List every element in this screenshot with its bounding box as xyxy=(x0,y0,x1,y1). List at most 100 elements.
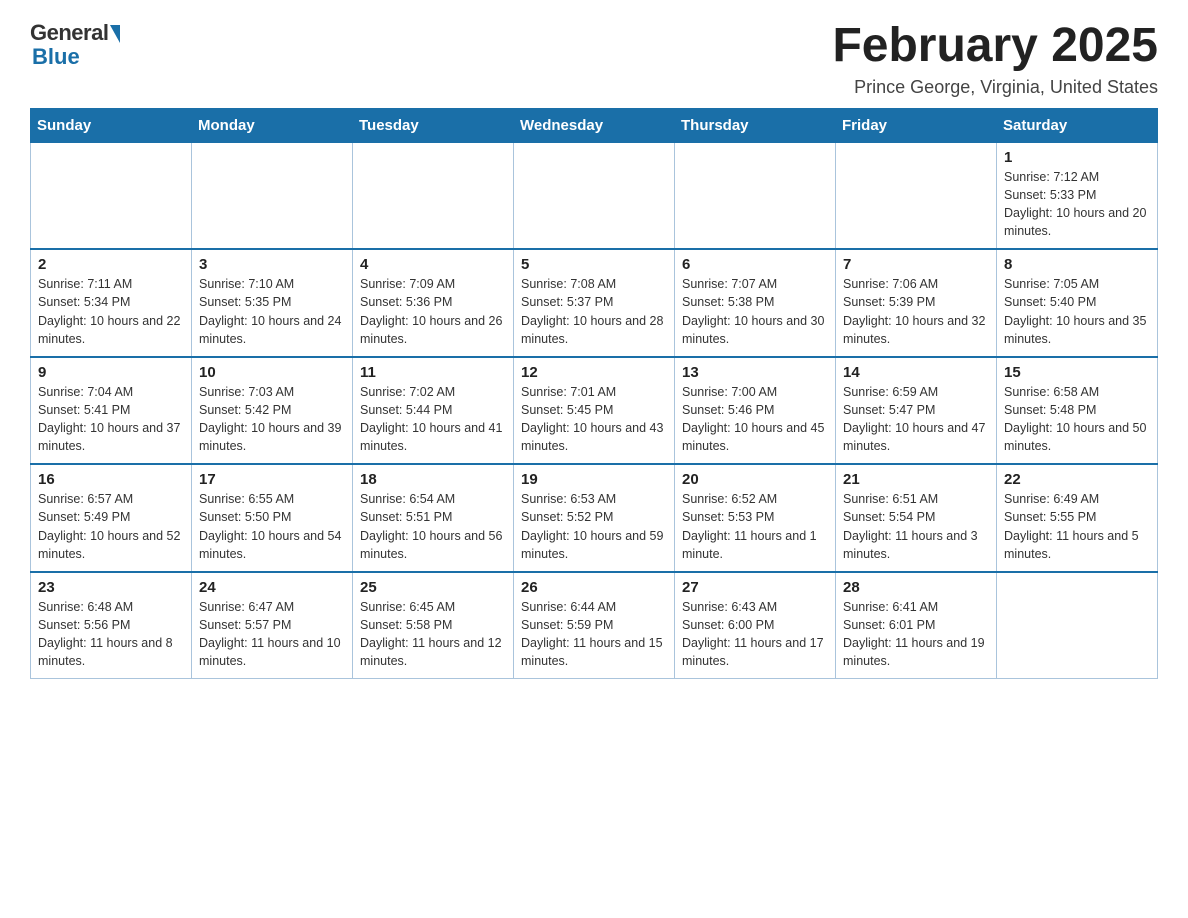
calendar-day-cell: 13 Sunrise: 7:00 AMSunset: 5:46 PMDayligh… xyxy=(675,357,836,465)
day-info: Sunrise: 7:02 AMSunset: 5:44 PMDaylight:… xyxy=(360,383,506,456)
logo-general-text: General xyxy=(30,20,108,46)
calendar-day-cell: 26 Sunrise: 6:44 AMSunset: 5:59 PMDayligh… xyxy=(514,572,675,679)
day-info: Sunrise: 6:45 AMSunset: 5:58 PMDaylight:… xyxy=(360,598,506,671)
calendar-day-cell: 15 Sunrise: 6:58 AMSunset: 5:48 PMDayligh… xyxy=(997,357,1158,465)
day-of-week-header: Saturday xyxy=(997,108,1158,142)
calendar-day-cell: 1 Sunrise: 7:12 AMSunset: 5:33 PMDaylight… xyxy=(997,142,1158,249)
day-number: 2 xyxy=(38,256,184,273)
day-of-week-header: Friday xyxy=(836,108,997,142)
day-number: 3 xyxy=(199,256,345,273)
calendar-day-cell: 25 Sunrise: 6:45 AMSunset: 5:58 PMDayligh… xyxy=(353,572,514,679)
calendar-day-cell: 11 Sunrise: 7:02 AMSunset: 5:44 PMDayligh… xyxy=(353,357,514,465)
day-number: 10 xyxy=(199,364,345,381)
day-number: 25 xyxy=(360,579,506,596)
day-number: 6 xyxy=(682,256,828,273)
day-info: Sunrise: 6:41 AMSunset: 6:01 PMDaylight:… xyxy=(843,598,989,671)
location-subtitle: Prince George, Virginia, United States xyxy=(832,77,1158,98)
calendar-week-row: 9 Sunrise: 7:04 AMSunset: 5:41 PMDaylight… xyxy=(31,357,1158,465)
day-number: 14 xyxy=(843,364,989,381)
calendar-day-cell: 27 Sunrise: 6:43 AMSunset: 6:00 PMDayligh… xyxy=(675,572,836,679)
day-info: Sunrise: 7:05 AMSunset: 5:40 PMDaylight:… xyxy=(1004,275,1150,348)
day-info: Sunrise: 6:58 AMSunset: 5:48 PMDaylight:… xyxy=(1004,383,1150,456)
day-number: 20 xyxy=(682,471,828,488)
calendar-day-cell xyxy=(192,142,353,249)
day-number: 4 xyxy=(360,256,506,273)
calendar-day-cell: 12 Sunrise: 7:01 AMSunset: 5:45 PMDayligh… xyxy=(514,357,675,465)
day-info: Sunrise: 7:01 AMSunset: 5:45 PMDaylight:… xyxy=(521,383,667,456)
calendar-day-cell: 21Sunrise: 6:51 AMSunset: 5:54 PMDayligh… xyxy=(836,464,997,572)
day-number: 11 xyxy=(360,364,506,381)
calendar-day-cell: 18 Sunrise: 6:54 AMSunset: 5:51 PMDayligh… xyxy=(353,464,514,572)
day-info: Sunrise: 6:57 AMSunset: 5:49 PMDaylight:… xyxy=(38,490,184,563)
day-number: 8 xyxy=(1004,256,1150,273)
day-number: 5 xyxy=(521,256,667,273)
day-number: 15 xyxy=(1004,364,1150,381)
day-number: 27 xyxy=(682,579,828,596)
calendar-day-cell: 20 Sunrise: 6:52 AMSunset: 5:53 PMDayligh… xyxy=(675,464,836,572)
calendar-day-cell: 10 Sunrise: 7:03 AMSunset: 5:42 PMDayligh… xyxy=(192,357,353,465)
day-info: Sunrise: 7:10 AMSunset: 5:35 PMDaylight:… xyxy=(199,275,345,348)
day-info: Sunrise: 7:08 AMSunset: 5:37 PMDaylight:… xyxy=(521,275,667,348)
day-info: Sunrise: 6:47 AMSunset: 5:57 PMDaylight:… xyxy=(199,598,345,671)
calendar-table: SundayMondayTuesdayWednesdayThursdayFrid… xyxy=(30,108,1158,680)
day-info: Sunrise: 6:53 AMSunset: 5:52 PMDaylight:… xyxy=(521,490,667,563)
calendar-day-cell: 19Sunrise: 6:53 AMSunset: 5:52 PMDayligh… xyxy=(514,464,675,572)
day-of-week-header: Wednesday xyxy=(514,108,675,142)
calendar-header-row: SundayMondayTuesdayWednesdayThursdayFrid… xyxy=(31,108,1158,142)
day-info: Sunrise: 6:52 AMSunset: 5:53 PMDaylight:… xyxy=(682,490,828,563)
day-info: Sunrise: 6:44 AMSunset: 5:59 PMDaylight:… xyxy=(521,598,667,671)
calendar-week-row: 23 Sunrise: 6:48 AMSunset: 5:56 PMDayligh… xyxy=(31,572,1158,679)
calendar-day-cell: 6 Sunrise: 7:07 AMSunset: 5:38 PMDaylight… xyxy=(675,249,836,357)
day-number: 28 xyxy=(843,579,989,596)
day-info: Sunrise: 6:43 AMSunset: 6:00 PMDaylight:… xyxy=(682,598,828,671)
day-info: Sunrise: 7:12 AMSunset: 5:33 PMDaylight:… xyxy=(1004,168,1150,241)
day-info: Sunrise: 7:07 AMSunset: 5:38 PMDaylight:… xyxy=(682,275,828,348)
month-title: February 2025 xyxy=(832,20,1158,73)
day-info: Sunrise: 7:09 AMSunset: 5:36 PMDaylight:… xyxy=(360,275,506,348)
day-info: Sunrise: 6:55 AMSunset: 5:50 PMDaylight:… xyxy=(199,490,345,563)
day-number: 26 xyxy=(521,579,667,596)
day-number: 13 xyxy=(682,364,828,381)
calendar-day-cell xyxy=(836,142,997,249)
calendar-day-cell: 4 Sunrise: 7:09 AMSunset: 5:36 PMDaylight… xyxy=(353,249,514,357)
day-info: Sunrise: 7:04 AMSunset: 5:41 PMDaylight:… xyxy=(38,383,184,456)
day-of-week-header: Tuesday xyxy=(353,108,514,142)
calendar-day-cell xyxy=(675,142,836,249)
calendar-day-cell xyxy=(31,142,192,249)
calendar-day-cell: 23 Sunrise: 6:48 AMSunset: 5:56 PMDayligh… xyxy=(31,572,192,679)
day-number: 24 xyxy=(199,579,345,596)
day-number: 16 xyxy=(38,471,184,488)
calendar-day-cell: 8 Sunrise: 7:05 AMSunset: 5:40 PMDaylight… xyxy=(997,249,1158,357)
day-info: Sunrise: 6:59 AMSunset: 5:47 PMDaylight:… xyxy=(843,383,989,456)
day-info: Sunrise: 7:03 AMSunset: 5:42 PMDaylight:… xyxy=(199,383,345,456)
day-of-week-header: Sunday xyxy=(31,108,192,142)
calendar-day-cell xyxy=(353,142,514,249)
day-number: 18 xyxy=(360,471,506,488)
day-number: 17 xyxy=(199,471,345,488)
day-number: 23 xyxy=(38,579,184,596)
day-of-week-header: Monday xyxy=(192,108,353,142)
day-number: 1 xyxy=(1004,149,1150,166)
page-header: General Blue February 2025 Prince George… xyxy=(30,20,1158,98)
calendar-day-cell: 14 Sunrise: 6:59 AMSunset: 5:47 PMDayligh… xyxy=(836,357,997,465)
logo-arrow-icon xyxy=(110,25,120,43)
calendar-day-cell: 3 Sunrise: 7:10 AMSunset: 5:35 PMDaylight… xyxy=(192,249,353,357)
day-number: 9 xyxy=(38,364,184,381)
day-number: 22 xyxy=(1004,471,1150,488)
calendar-day-cell xyxy=(997,572,1158,679)
day-number: 12 xyxy=(521,364,667,381)
day-info: Sunrise: 7:06 AMSunset: 5:39 PMDaylight:… xyxy=(843,275,989,348)
day-info: Sunrise: 6:48 AMSunset: 5:56 PMDaylight:… xyxy=(38,598,184,671)
calendar-day-cell: 24 Sunrise: 6:47 AMSunset: 5:57 PMDayligh… xyxy=(192,572,353,679)
day-info: Sunrise: 7:00 AMSunset: 5:46 PMDaylight:… xyxy=(682,383,828,456)
calendar-week-row: 16 Sunrise: 6:57 AMSunset: 5:49 PMDayligh… xyxy=(31,464,1158,572)
calendar-week-row: 1 Sunrise: 7:12 AMSunset: 5:33 PMDaylight… xyxy=(31,142,1158,249)
calendar-week-row: 2Sunrise: 7:11 AMSunset: 5:34 PMDaylight… xyxy=(31,249,1158,357)
calendar-day-cell: 17 Sunrise: 6:55 AMSunset: 5:50 PMDayligh… xyxy=(192,464,353,572)
day-info: Sunrise: 6:49 AMSunset: 5:55 PMDaylight:… xyxy=(1004,490,1150,563)
title-section: February 2025 Prince George, Virginia, U… xyxy=(832,20,1158,98)
day-info: Sunrise: 6:54 AMSunset: 5:51 PMDaylight:… xyxy=(360,490,506,563)
day-number: 7 xyxy=(843,256,989,273)
calendar-day-cell: 5 Sunrise: 7:08 AMSunset: 5:37 PMDaylight… xyxy=(514,249,675,357)
day-info: Sunrise: 6:51 AMSunset: 5:54 PMDaylight:… xyxy=(843,490,989,563)
